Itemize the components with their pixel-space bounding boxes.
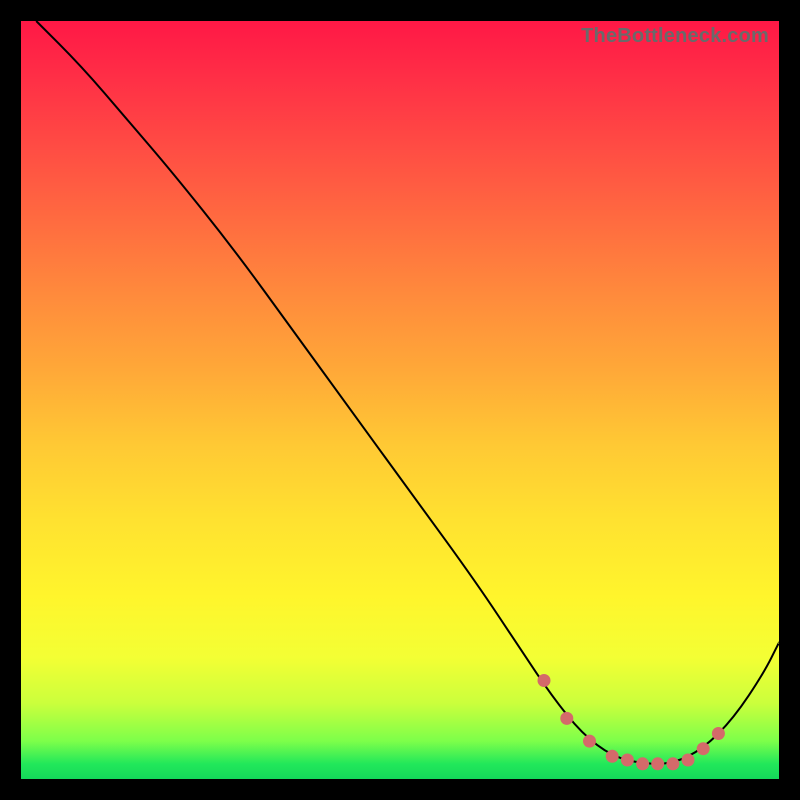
stage: TheBottleneck.com [0,0,800,800]
plot-area: TheBottleneck.com [21,21,779,779]
highlight-marker [712,727,725,740]
highlight-marker [606,750,619,763]
marker-group [538,674,725,770]
highlight-marker [560,712,573,725]
highlight-marker [538,674,551,687]
highlight-marker [636,757,649,770]
highlight-marker [583,735,596,748]
highlight-marker [697,742,710,755]
highlight-marker [682,754,695,767]
highlight-markers [21,21,779,779]
highlight-marker [621,754,634,767]
highlight-marker [651,757,664,770]
highlight-marker [666,757,679,770]
